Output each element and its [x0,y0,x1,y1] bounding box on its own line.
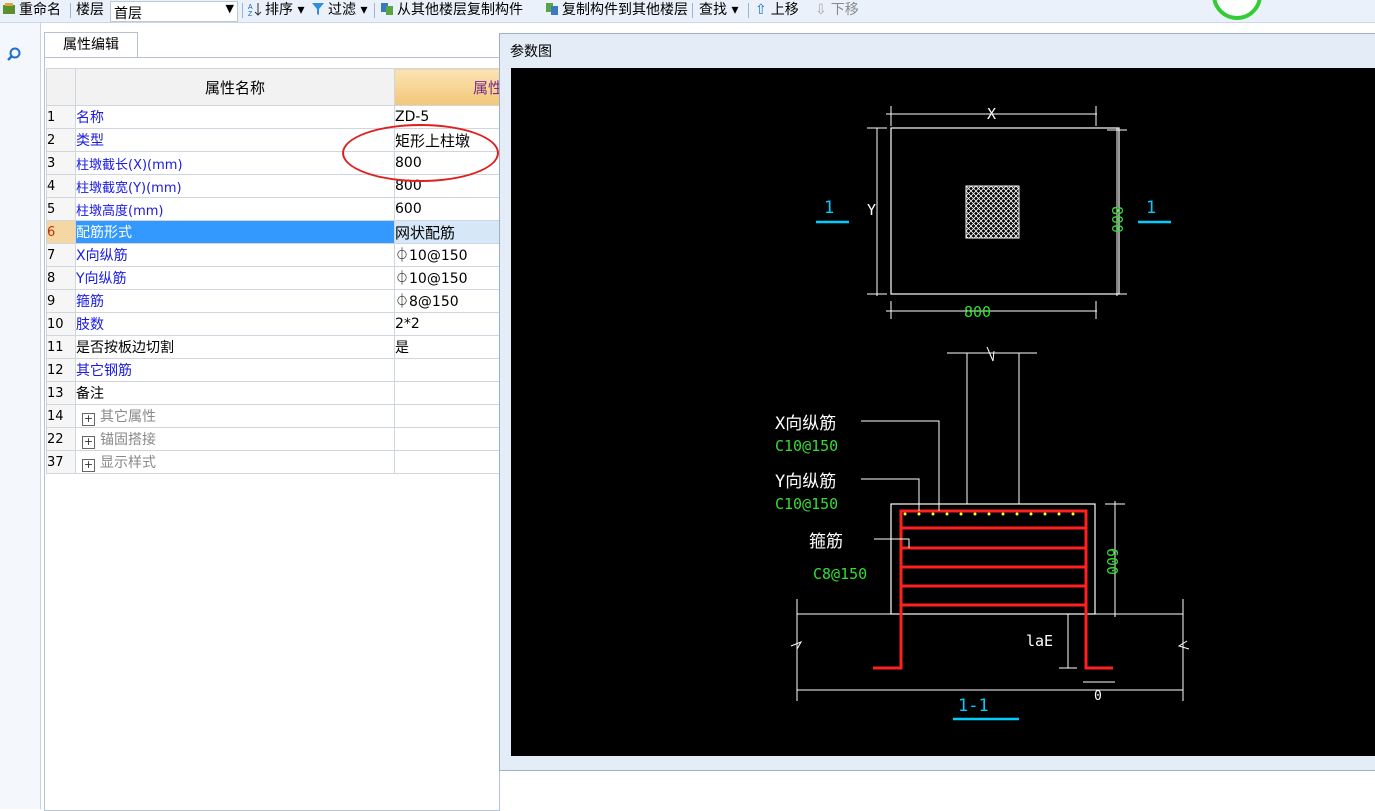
copy-from-floor-button[interactable]: 从其他楼层复制构件 [380,2,523,19]
svg-text:A: A [248,4,253,11]
floor-select-value: 首层 [114,6,142,22]
dim-x-label: X [987,105,996,123]
property-name: 是否按板边切割 [75,335,395,359]
lae-label: laE [1026,632,1053,650]
rename-icon [3,3,15,14]
property-name: 名称 [75,105,395,129]
table-row[interactable]: 13 备注 [46,381,525,405]
dim-zero: 0 [1094,689,1102,704]
separator [70,3,71,18]
expand-plus-icon[interactable]: + [82,459,95,472]
dim-800-right: 800 [1108,206,1126,233]
search-icon[interactable] [6,47,22,63]
separator [748,3,749,18]
property-name: 柱墩截宽(Y)(mm) [75,174,395,198]
section-name: 1-1 [958,696,989,716]
property-name: X向纵筋 [75,243,395,267]
tab-property-edit[interactable]: 属性编辑 [44,32,138,58]
property-name: 箍筋 [75,289,395,313]
dim-800-bottom: 800 [964,303,991,321]
separator [374,3,375,18]
table-row-group[interactable]: 14 + 其它属性 [46,404,525,428]
find-button[interactable]: 查找 ▾ [699,2,738,19]
table-row[interactable]: 9 箍筋 ⏀8@150 [46,289,525,313]
property-group: + 锚固搭接 [75,427,395,451]
copy-to-floor-button[interactable]: 复制构件到其他楼层 [545,2,688,19]
expand-plus-icon[interactable]: + [82,436,95,449]
y-rebar-label: Y向纵筋 [775,472,836,492]
sort-az-icon: AZ [248,3,262,16]
property-name: 柱墩高度(mm) [75,197,395,221]
property-name: Y向纵筋 [75,266,395,290]
section-mark-right: 1 [1146,198,1156,218]
stirrup-label: 箍筋 [809,532,843,552]
rebar-dots [903,512,1075,516]
separator [692,3,693,18]
table-row-group[interactable]: 22 + 锚固搭接 [46,427,525,451]
table-row[interactable]: 7 X向纵筋 ⏀10@150 [46,243,525,267]
table-row[interactable]: 8 Y向纵筋 ⏀10@150 [46,266,525,290]
table-row[interactable]: 5 柱墩高度(mm) 600 [46,197,525,221]
property-name: 配筋形式 [75,220,395,244]
arrow-down-icon: ⇩ [815,2,827,18]
toolbar: 重命名 楼层 首层 ▼ A Z 排序 ▾ 过滤 ▾ 从其他楼层复制构件 复制构件到其… [0,0,1375,23]
diagram-canvas: X Y 800 800 1 1 X向纵筋 C10@150 Y向纵筋 C10@15… [511,68,1375,756]
property-name: 备注 [75,381,395,405]
floor-label: 楼层 [76,2,104,18]
table-row[interactable]: 10 肢数 2*2 [46,312,525,336]
expand-plus-icon[interactable]: + [82,413,95,426]
x-rebar-value: C10@150 [775,437,838,455]
arrow-up-icon: ⇧ [755,2,767,18]
separator [242,3,243,18]
column-hatch [965,185,1020,239]
move-down-button[interactable]: ⇩ 下移 [815,2,859,19]
property-name: 其它钢筋 [75,358,395,382]
move-up-button[interactable]: ⇧ 上移 [755,2,799,19]
red-annotation-ellipse [342,124,499,182]
copy-to-icon [546,3,558,15]
left-panel-strip [0,23,41,809]
copy-from-icon [381,3,393,15]
rebar-group [873,509,1113,670]
floor-select[interactable]: 首层 ▼ [110,1,238,22]
header-index [46,68,76,106]
window-title: 参数图 [510,44,552,60]
rename-button[interactable]: 重命名 [2,2,61,19]
chevron-down-icon: ▼ [225,2,234,15]
header-property-name[interactable]: 属性名称 [75,68,395,106]
section-mark-left: 1 [824,198,834,218]
property-group: + 显示样式 [75,450,395,474]
filter-icon [312,3,324,15]
svg-text:Z: Z [248,11,253,16]
filter-button[interactable]: 过滤 ▾ [311,2,367,19]
table-row[interactable]: 12 其它钢筋 [46,358,525,382]
column-pier-diagram: X Y 800 800 1 1 X向纵筋 C10@150 Y向纵筋 C10@15… [775,105,1190,721]
table-row[interactable]: 11 是否按板边切割 是 [46,335,525,359]
parameter-diagram-window: 参数图 X Y 800 800 1 1 X向纵筋 C10@150 Y向纵筋 C1… [499,33,1375,771]
dim-y-label: Y [867,201,876,219]
property-name: 肢数 [75,312,395,336]
table-row-group[interactable]: 37 + 显示样式 [46,450,525,474]
property-group: + 其它属性 [75,404,395,428]
table-row-selected[interactable]: 6 配筋形式 网状配筋 [46,220,525,244]
sort-button[interactable]: A Z 排序 ▾ [248,2,304,19]
table-row[interactable]: 1 名称 ZD-5 [46,105,525,129]
stirrup-value: C8@150 [813,565,867,583]
pier-outline [890,503,1096,615]
y-rebar-value: C10@150 [775,495,838,513]
dim-600: 600 [1103,548,1121,575]
x-rebar-label: X向纵筋 [775,414,836,434]
